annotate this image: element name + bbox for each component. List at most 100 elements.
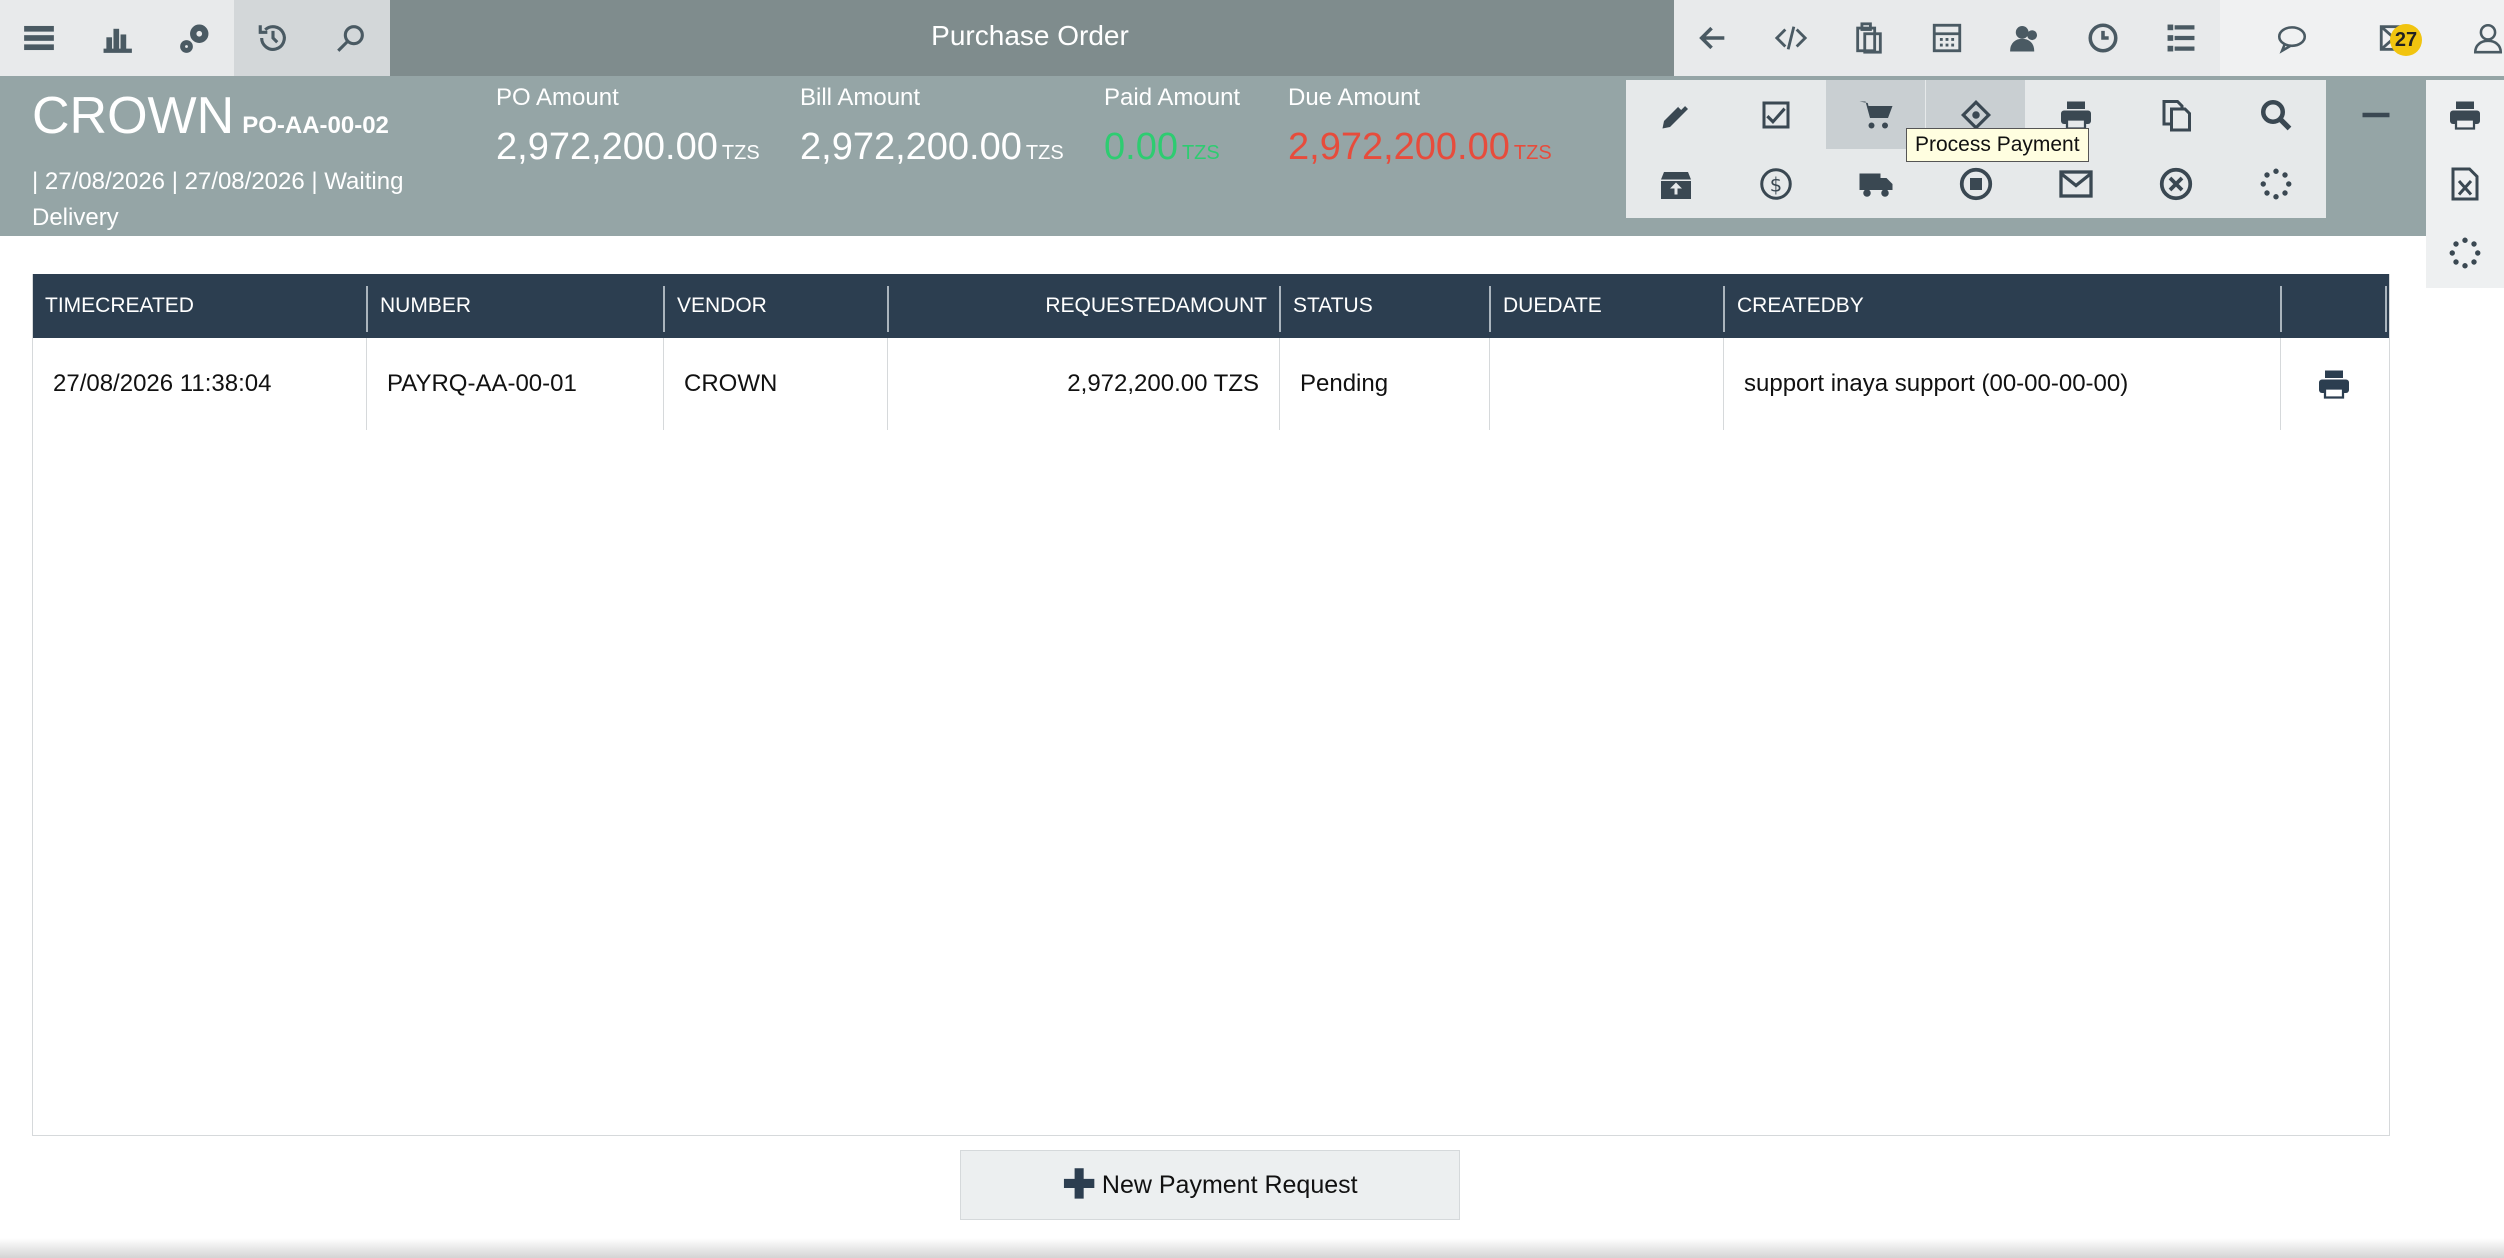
top-left-toolbar: [0, 0, 390, 76]
stop-icon: [1959, 167, 1992, 200]
paid-amount-value: 0.00 TZS: [1104, 126, 1220, 168]
edit-button[interactable]: [1626, 80, 1725, 149]
cart-icon: [1859, 101, 1892, 128]
approve-button[interactable]: [1726, 80, 1825, 149]
user-button[interactable]: [2448, 0, 2504, 76]
col-actions: [2282, 274, 2387, 338]
dollar-icon: $: [1759, 167, 1792, 200]
cell-duedate: [1490, 338, 1723, 430]
find-button[interactable]: [2226, 80, 2325, 149]
search-icon: [337, 25, 364, 52]
bottom-shadow: [0, 1238, 2504, 1258]
chat-icon: [2277, 26, 2307, 54]
calculator-icon: [1932, 23, 1962, 53]
minus-icon: [2362, 112, 2389, 117]
process-payment-tooltip: Process Payment: [1906, 128, 2089, 162]
side-refresh-button[interactable]: [2426, 218, 2504, 287]
calculator-button[interactable]: [1908, 0, 1986, 76]
col-number[interactable]: NUMBER: [368, 274, 663, 338]
col-requestedamount[interactable]: REQUESTEDAMOUNT: [889, 274, 1279, 338]
chat-button[interactable]: [2220, 0, 2364, 76]
payment-button[interactable]: $: [1726, 149, 1825, 218]
cancel-button[interactable]: [2126, 149, 2225, 218]
archive-button[interactable]: [1626, 149, 1725, 218]
search-icon: [2260, 99, 2291, 130]
list-button[interactable]: [2142, 0, 2220, 76]
col-timecreated[interactable]: TIMECREATED: [33, 274, 366, 338]
back-button[interactable]: [1674, 0, 1752, 76]
po-number: PO-AA-00-02: [242, 112, 389, 139]
history-button[interactable]: [234, 0, 312, 76]
due-amount-value: 2,972,200.00 TZS: [1288, 126, 1552, 168]
user-toolbar: [2220, 0, 2504, 76]
clipboard-button[interactable]: [1830, 0, 1908, 76]
new-payment-request-button[interactable]: ✚ New Payment Request: [960, 1150, 1460, 1220]
chart-icon: [103, 28, 132, 53]
col-duedate[interactable]: DUEDATE: [1491, 274, 1723, 338]
due-amount-label: Due Amount: [1288, 84, 1421, 111]
col-createdby[interactable]: CREATEDBY: [1725, 274, 2280, 338]
cell-timecreated: 27/08/2026 11:38:04: [53, 370, 272, 397]
bill-amount-label: Bill Amount: [800, 84, 921, 111]
side-print-button[interactable]: [2426, 80, 2504, 149]
row-print-button[interactable]: [2281, 338, 2387, 430]
excel-icon: [2451, 167, 2479, 200]
po-amount-label: PO Amount: [496, 84, 619, 111]
po-amount-value: 2,972,200.00 TZS: [496, 126, 760, 168]
po-amount-block: PO Amount 2,972,200.00 TZS: [496, 84, 760, 169]
page-title: Purchase Order: [931, 20, 1129, 51]
vendor-title: CROWN PO-AA-00-02: [32, 86, 389, 146]
export-excel-button[interactable]: [2426, 149, 2504, 218]
email-icon: [2058, 169, 2093, 198]
print-icon: [2450, 101, 2480, 130]
col-vendor[interactable]: VENDOR: [665, 274, 887, 338]
cell-requestedamount: 2,972,200.00 TZS: [1067, 370, 1259, 397]
reports-button[interactable]: [78, 0, 156, 76]
archive-icon: [1660, 171, 1691, 199]
global-search-button[interactable]: [312, 0, 390, 76]
cell-number: PAYRQ-AA-00-01: [387, 370, 577, 397]
collapse-button[interactable]: [2326, 80, 2425, 149]
svg-text:$: $: [1769, 173, 1781, 196]
bill-amount-block: Bill Amount 2,972,200.00 TZS: [800, 84, 1064, 169]
history-icon: [258, 25, 286, 51]
cancel-icon: [2159, 167, 2192, 200]
po-meta: | 27/08/2026 | 27/08/2026 | Waiting Deli…: [32, 168, 404, 231]
new-payment-request-label: New Payment Request: [1101, 1170, 1358, 1199]
users-button[interactable]: [1986, 0, 2064, 76]
print-icon: [2319, 370, 2349, 399]
notification-badge[interactable]: 27: [2390, 24, 2422, 56]
user-icon: [2473, 23, 2503, 54]
refresh-button[interactable]: [2226, 149, 2325, 218]
clock-button[interactable]: [2064, 0, 2142, 76]
menu-icon: [24, 25, 54, 51]
back-arrow-icon: [1699, 26, 1725, 50]
side-toolbar: [2426, 80, 2504, 288]
spinner-icon: [2260, 168, 2291, 199]
menu-button[interactable]: [0, 0, 78, 76]
cell-createdby: support inaya support (00-00-00-00): [1744, 370, 2129, 397]
gears-icon: [180, 24, 209, 53]
settings-button[interactable]: [156, 0, 234, 76]
code-button[interactable]: [1752, 0, 1830, 76]
copy-icon: [2162, 99, 2191, 131]
bill-amount-value: 2,972,200.00 TZS: [800, 126, 1064, 168]
cell-vendor: CROWN: [684, 370, 778, 397]
copy-button[interactable]: [2126, 80, 2225, 149]
cell-status: Pending: [1300, 370, 1389, 397]
top-right-toolbar: [1674, 0, 2220, 76]
clock-icon: [2088, 23, 2118, 53]
due-amount-block: Due Amount 2,972,200.00 TZS: [1288, 84, 1552, 169]
approve-icon: [1762, 101, 1789, 128]
users-icon: [2010, 25, 2038, 52]
paid-amount-block: Paid Amount 0.00 TZS: [1104, 84, 1240, 169]
list-icon: [2167, 24, 2195, 52]
col-status[interactable]: STATUS: [1281, 274, 1489, 338]
vendor-name: CROWN: [32, 87, 235, 145]
plus-icon: ✚: [1062, 1163, 1096, 1207]
table-row[interactable]: 27/08/2026 11:38:04 PAYRQ-AA-00-01 CROWN…: [33, 338, 2389, 430]
spinner-icon: [2449, 237, 2481, 268]
code-icon: [1774, 26, 1808, 50]
paid-amount-label: Paid Amount: [1104, 84, 1241, 111]
clipboard-icon: [1856, 22, 1882, 54]
